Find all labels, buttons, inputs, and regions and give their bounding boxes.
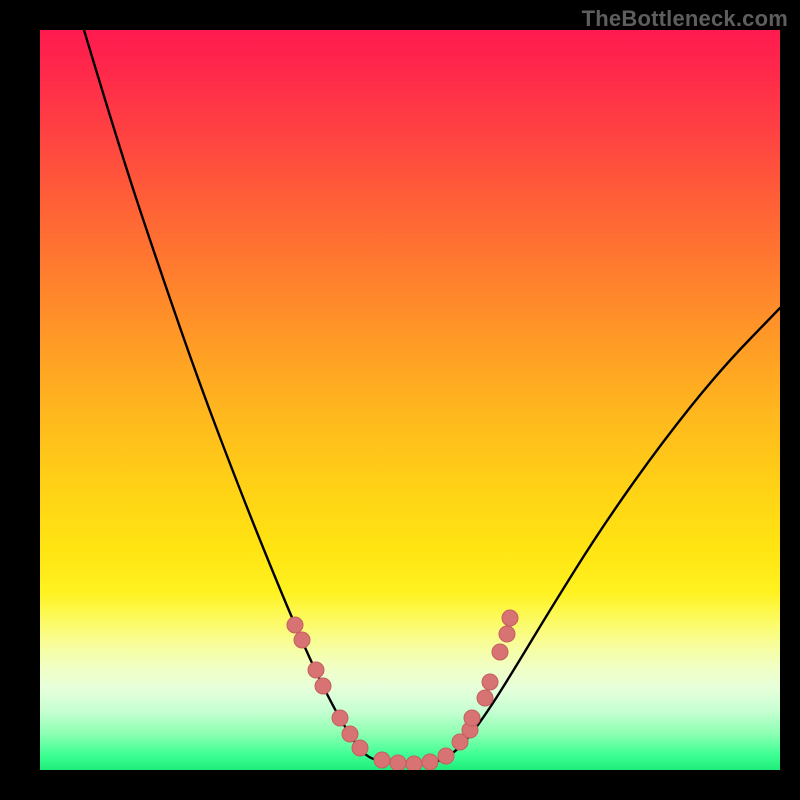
marker-dot xyxy=(287,617,303,633)
marker-dot xyxy=(464,710,480,726)
marker-dot xyxy=(308,662,324,678)
watermark-text: TheBottleneck.com xyxy=(582,6,788,32)
marker-dot xyxy=(502,610,518,626)
marker-group xyxy=(287,610,518,770)
marker-dot xyxy=(390,755,406,770)
curve-layer xyxy=(40,30,780,770)
plot-area xyxy=(40,30,780,770)
marker-dot xyxy=(438,748,454,764)
marker-dot xyxy=(422,754,438,770)
marker-dot xyxy=(294,632,310,648)
marker-dot xyxy=(374,752,390,768)
marker-dot xyxy=(332,710,348,726)
marker-dot xyxy=(482,674,498,690)
marker-dot xyxy=(342,726,358,742)
marker-dot xyxy=(352,740,368,756)
bottleneck-curve xyxy=(84,30,780,765)
marker-dot xyxy=(492,644,508,660)
marker-dot xyxy=(315,678,331,694)
marker-dot xyxy=(406,756,422,770)
marker-dot xyxy=(477,690,493,706)
marker-dot xyxy=(499,626,515,642)
chart-frame: TheBottleneck.com xyxy=(0,0,800,800)
